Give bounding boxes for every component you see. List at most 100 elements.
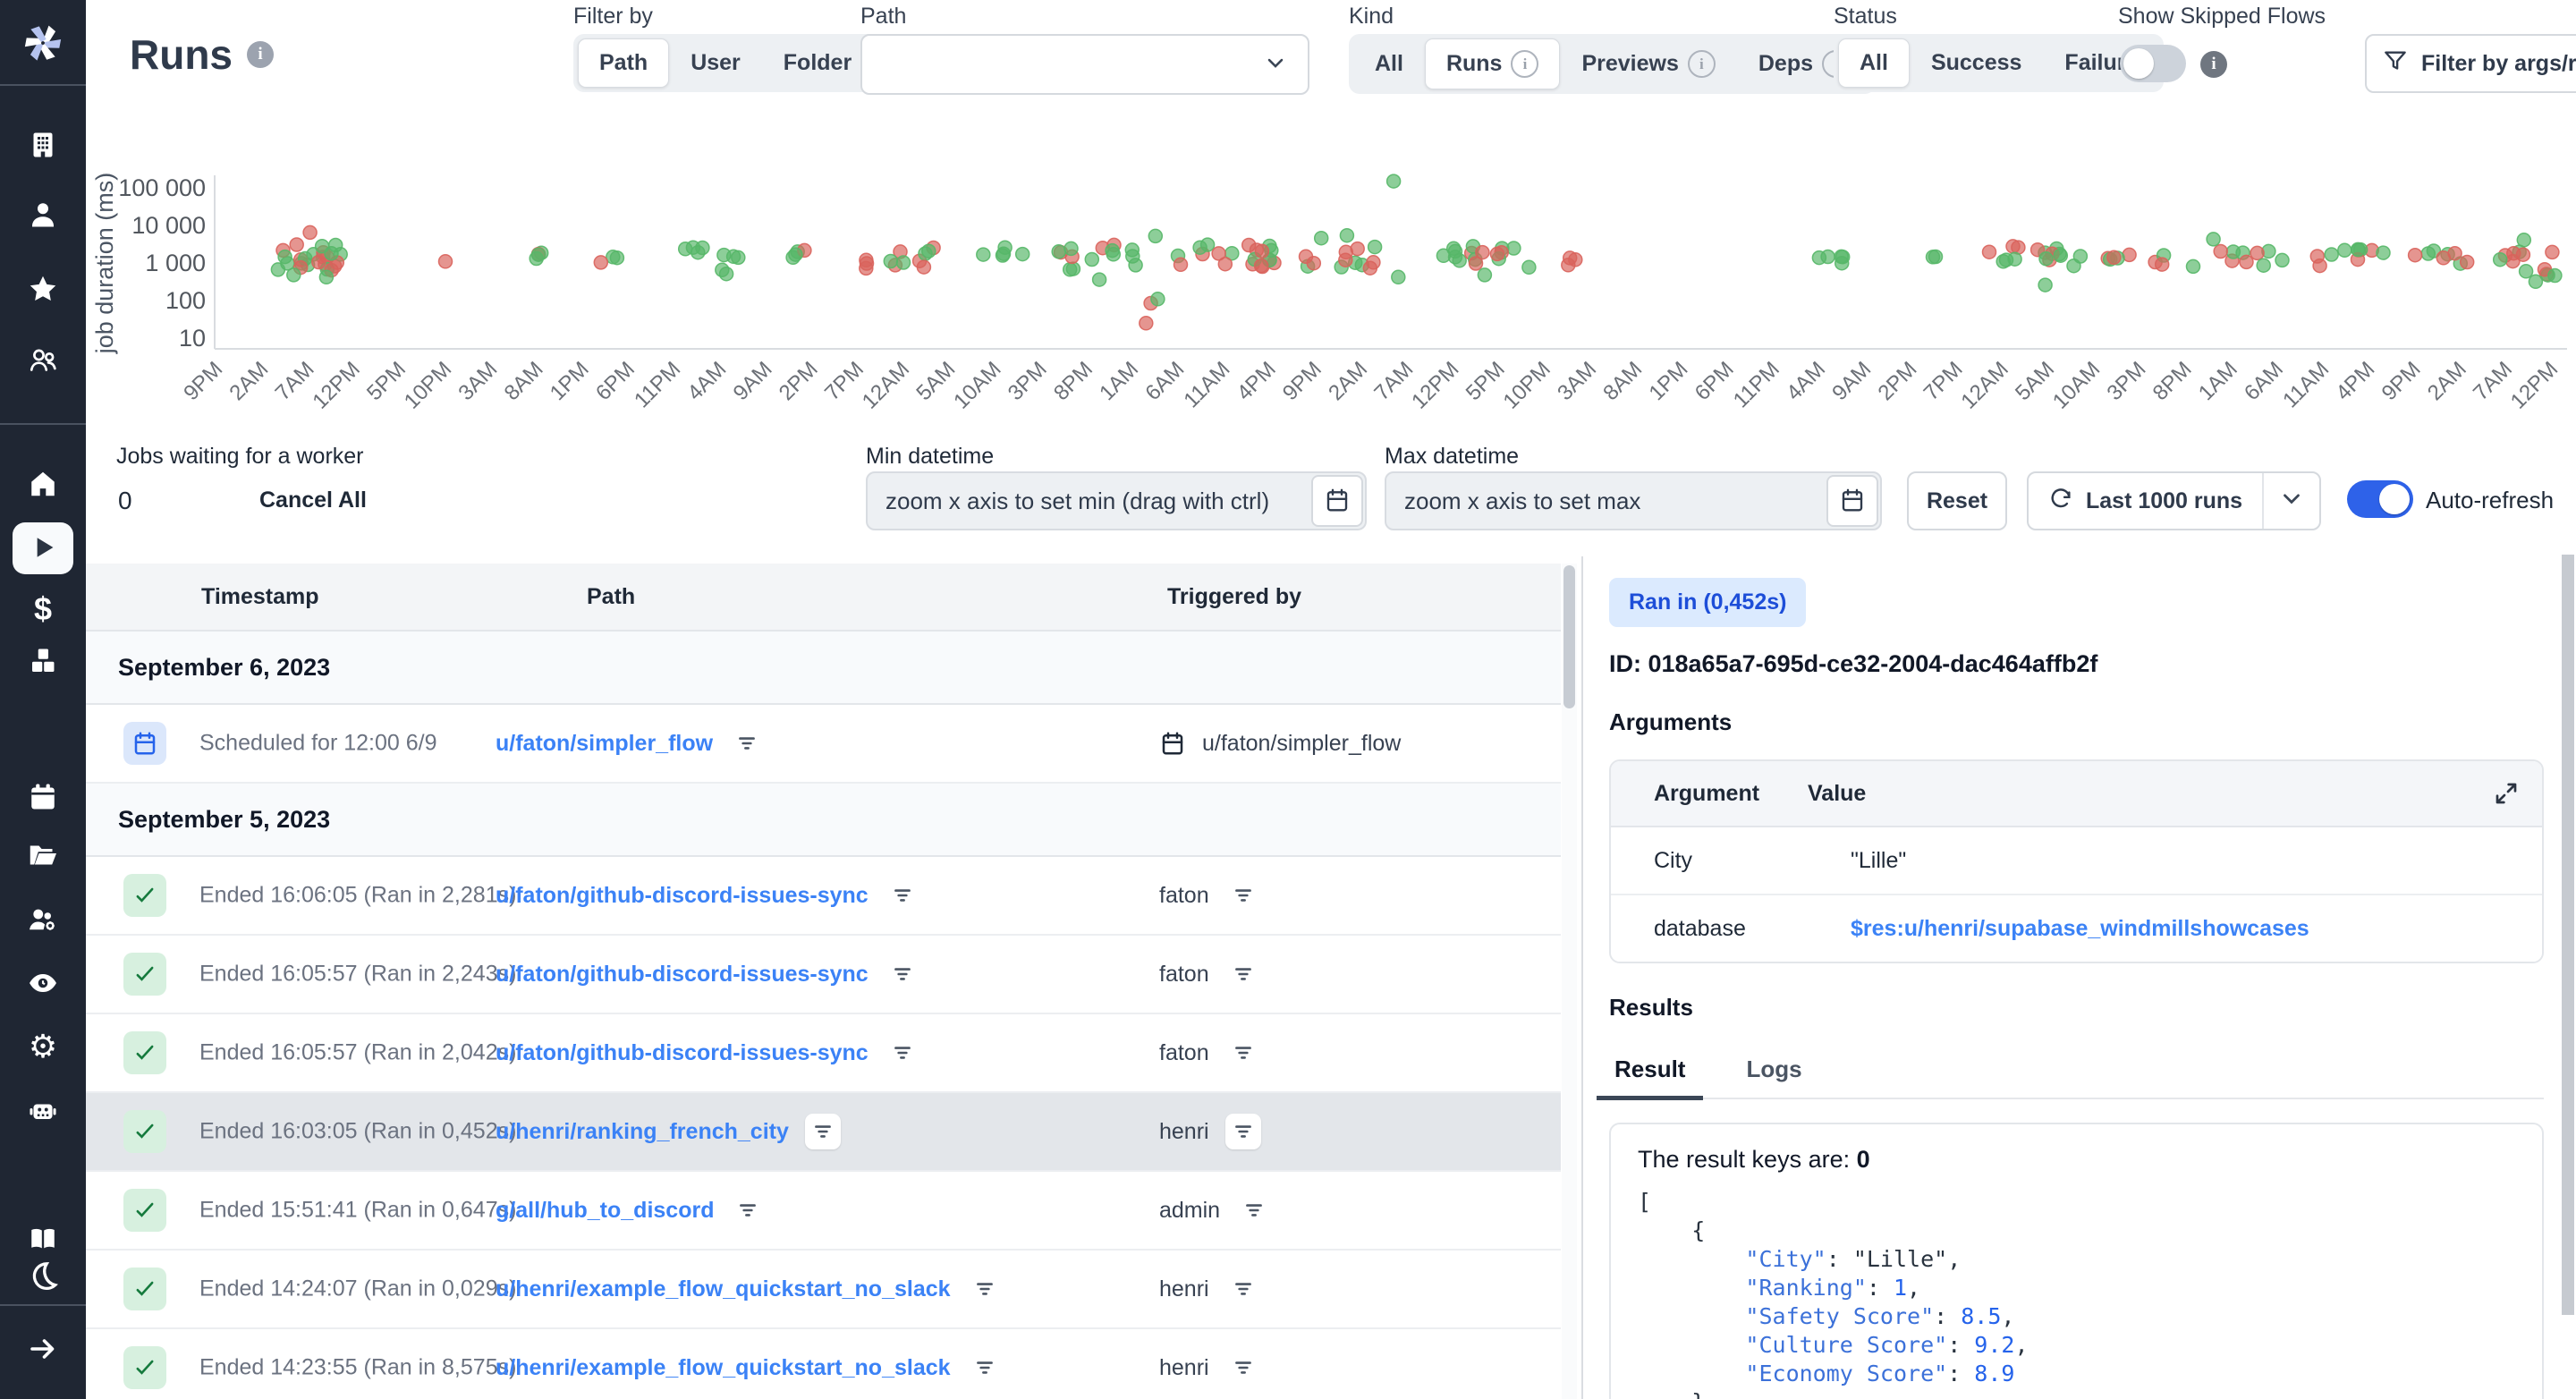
table-scrollbar[interactable] (1562, 564, 1577, 1399)
filter-by-path-icon[interactable] (885, 1035, 920, 1071)
table-row[interactable]: Ended 16:05:57 (Ran in 2,042s)u/faton/gi… (86, 1014, 1561, 1093)
chart-canvas[interactable]: job duration (ms)100 00010 0001 00010010… (86, 116, 2576, 431)
sidebar-item-agents[interactable] (0, 1090, 86, 1133)
duration-scatter-chart[interactable]: job duration (ms)100 00010 0001 00010010… (86, 116, 2576, 431)
sidebar-item-groups[interactable] (0, 340, 86, 383)
run-point-success (1085, 253, 1098, 267)
filter-by-user-icon[interactable] (1236, 1192, 1272, 1228)
reset-button[interactable]: Reset (1907, 471, 2007, 530)
run-triggered-by-cell: admin (1159, 1192, 1272, 1228)
status-option-all[interactable]: All (1838, 38, 1910, 88)
filter-by-path-icon[interactable] (967, 1271, 1003, 1307)
sidebar-item-workers[interactable] (0, 899, 86, 942)
show-skipped-info-icon[interactable]: i (2200, 51, 2227, 78)
filter-by-user-icon[interactable] (1225, 1350, 1261, 1386)
filter-by-user-icon[interactable] (1225, 1035, 1261, 1071)
run-point-success (2275, 253, 2289, 267)
sidebar-item-favorites[interactable] (0, 268, 86, 311)
filter-by-option-user[interactable]: User (669, 38, 762, 88)
sidebar-item-home[interactable] (0, 463, 86, 506)
filter-by-path-icon[interactable] (885, 878, 920, 913)
sidebar-item-variables[interactable]: $ (0, 588, 86, 631)
run-path-link[interactable]: g/all/hub_to_discord (496, 1198, 714, 1224)
table-row[interactable]: Ended 15:51:41 (Ran in 0,647s)g/all/hub_… (86, 1172, 1561, 1251)
run-triggered-by-cell: henri (1159, 1271, 1261, 1307)
table-row[interactable]: Scheduled for 12:00 6/9u/faton/simpler_f… (86, 705, 1561, 784)
run-point-success (1093, 273, 1106, 286)
kind-option-runs[interactable]: Runsi (1425, 38, 1561, 89)
chevron-down-icon (2278, 485, 2305, 518)
kind-option-previews[interactable]: Previewsi (1560, 38, 1736, 89)
sidebar-item-audit-logs[interactable] (0, 962, 86, 1005)
table-row[interactable]: Ended 16:06:05 (Ran in 2,281s)u/faton/gi… (86, 857, 1561, 936)
last-runs-split-button: Last 1000 runs (2027, 471, 2321, 530)
detail-scrollbar-thumb[interactable] (2562, 555, 2574, 1315)
filter-by-user-icon[interactable] (1225, 1114, 1261, 1149)
detail-scrollbar[interactable] (2560, 555, 2576, 1399)
x-tick-label: 9AM (729, 357, 777, 405)
run-path-link[interactable]: u/faton/github-discord-issues-sync (496, 1040, 869, 1066)
table-scrollbar-thumb[interactable] (1563, 565, 1575, 708)
sidebar-item-workspace[interactable] (0, 124, 86, 167)
kind-option-all[interactable]: All (1353, 38, 1425, 89)
path-select[interactable] (860, 34, 1309, 95)
filter-by-user-icon[interactable] (1225, 956, 1261, 992)
filter-by-path-icon[interactable] (885, 956, 920, 992)
tab-logs[interactable]: Logs (1741, 1043, 1807, 1098)
table-row[interactable]: Ended 16:03:05 (Ran in 0,452s)u/henri/ra… (86, 1093, 1561, 1172)
panel-splitter[interactable] (1579, 556, 1586, 1399)
show-skipped-flows-toggle[interactable] (2120, 45, 2186, 82)
run-point-success (1835, 257, 1849, 270)
filter-by-path-icon[interactable] (730, 1192, 766, 1228)
tab-result[interactable]: Result (1609, 1043, 1690, 1098)
min-datetime-input[interactable] (868, 488, 1309, 515)
page-title: Runs i (130, 30, 274, 79)
max-datetime-calendar-button[interactable] (1826, 475, 1878, 527)
auto-refresh-toggle[interactable] (2347, 480, 2413, 518)
run-path-link[interactable]: u/faton/github-discord-issues-sync (496, 883, 869, 909)
filter-by-user-icon[interactable] (1225, 1271, 1261, 1307)
run-path-link[interactable]: u/faton/simpler_flow (496, 731, 713, 757)
last-runs-dropdown-button[interactable] (2264, 473, 2319, 529)
run-point-success (2325, 248, 2338, 261)
min-datetime-calendar-button[interactable] (1311, 475, 1363, 527)
status-option-success[interactable]: Success (1910, 38, 2043, 88)
table-row[interactable]: Ended 14:24:07 (Ran in 0,029s)u/henri/ex… (86, 1251, 1561, 1329)
filter-by-path-icon[interactable] (729, 725, 765, 761)
sidebar-item-resources[interactable] (0, 640, 86, 683)
sidebar-item-runs[interactable] (13, 522, 73, 574)
filter-by-option-folder[interactable]: Folder (762, 38, 873, 88)
last-runs-button[interactable]: Last 1000 runs (2029, 473, 2262, 529)
table-row[interactable]: Ended 16:05:57 (Ran in 2,243s)u/faton/gi… (86, 936, 1561, 1014)
runs-info-icon[interactable]: i (247, 41, 274, 68)
filter-by-option-path[interactable]: Path (578, 38, 669, 88)
path-label: Path (860, 4, 906, 30)
sidebar-item-folders[interactable] (0, 835, 86, 878)
cancel-all-button[interactable]: Cancel All (254, 487, 372, 514)
expand-icon[interactable] (2487, 774, 2526, 816)
max-datetime-input[interactable] (1386, 488, 1825, 515)
info-icon[interactable]: i (1511, 50, 1538, 78)
argument-value-link[interactable]: $res:u/henri/supabase_windmillshowcases (1851, 916, 2309, 942)
filter-by-user-icon[interactable] (1225, 878, 1261, 913)
sidebar-item-user[interactable] (0, 194, 86, 237)
windmill-logo-icon[interactable] (0, 16, 86, 68)
run-point-success (1052, 245, 1065, 259)
filter-by-path-icon[interactable] (805, 1114, 841, 1149)
sidebar-item-dark-mode[interactable] (0, 1255, 86, 1298)
sidebar-item-schedules[interactable] (0, 776, 86, 819)
run-path-link[interactable]: u/henri/ranking_french_city (496, 1119, 789, 1145)
info-icon[interactable]: i (1688, 50, 1716, 78)
filter-by-path-icon[interactable] (967, 1350, 1003, 1386)
sidebar-item-settings[interactable]: ⚙ (0, 1026, 86, 1069)
run-path-link[interactable]: u/faton/github-discord-issues-sync (496, 962, 869, 988)
run-path-link[interactable]: u/henri/example_flow_quickstart_no_slack (496, 1355, 951, 1381)
run-point-failure (1339, 253, 1352, 267)
sidebar-expand-button[interactable] (0, 1328, 86, 1371)
x-tick-label: 1PM (1645, 357, 1693, 405)
filter-by-args-button[interactable]: Filter by args/result (2365, 34, 2576, 93)
run-path-link[interactable]: u/henri/example_flow_quickstart_no_slack (496, 1276, 951, 1302)
triggered-by-user: henri (1159, 1119, 1209, 1145)
x-tick-label: 11PM (1729, 357, 1784, 412)
table-row[interactable]: Ended 14:23:55 (Ran in 8,575s)u/henri/ex… (86, 1329, 1561, 1399)
